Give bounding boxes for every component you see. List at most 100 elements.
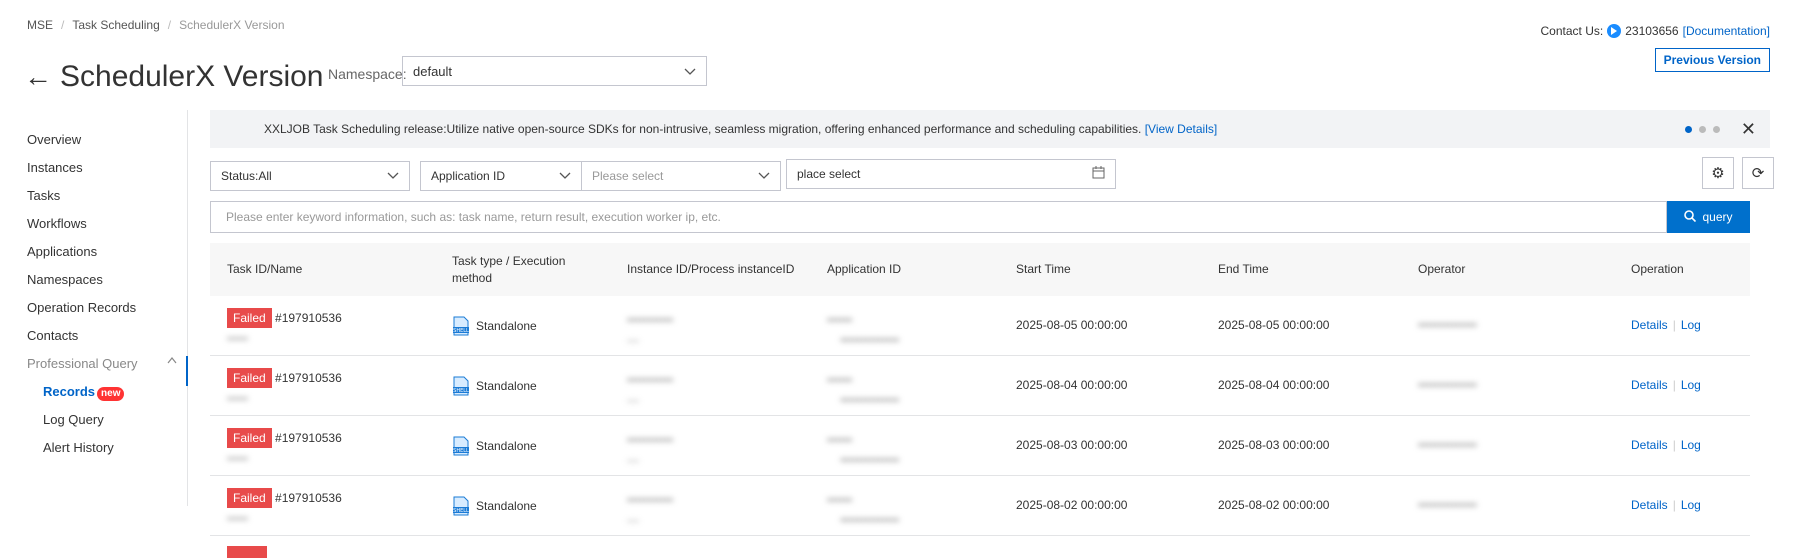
header-operator: Operator [1418,262,1466,276]
breadcrumb-separator: / [167,18,172,32]
announcement-banner: XXLJOB Task Scheduling release:Utilize n… [210,110,1770,148]
operator-redacted: •••••••••••••• [1418,438,1477,452]
breadcrumb: MSE / Task Scheduling / SchedulerX Version [27,18,285,32]
task-id-cell: Failed #197910536 •••••• [227,368,342,405]
application-id-redacted: •••••• •••••••••••••• [827,433,900,467]
query-button[interactable]: query [1667,201,1750,233]
filter-key-value: Application ID [431,169,506,183]
log-link[interactable]: Log [1681,438,1701,452]
refresh-button[interactable]: ⟳ [1742,157,1774,189]
keyword-search-input[interactable]: Please enter keyword information, such a… [210,201,1667,233]
status-select[interactable]: Status:All [210,161,410,191]
header-instance-id: Instance ID/Process instanceID [627,262,795,276]
view-details-link[interactable]: [View Details] [1145,122,1217,136]
operator-redacted: •••••••••••••• [1418,378,1477,392]
back-arrow-icon[interactable]: ← [24,63,52,91]
status-badge: Failed [227,308,272,328]
breadcrumb-current: SchedulerX Version [179,18,285,32]
sidebar-item-log-query[interactable]: Log Query [43,412,104,427]
sidebar-item-tasks[interactable]: Tasks [27,188,60,203]
details-link[interactable]: Details [1631,378,1668,392]
svg-text:SHELL: SHELL [453,448,469,454]
task-id[interactable]: #197910536 [275,491,342,505]
start-time: 2025-08-05 00:00:00 [1016,318,1128,332]
application-id-redacted: •••••• •••••••••••••• [827,493,900,527]
header-task-type: Task type / Execution method [452,253,566,285]
sidebar-item-applications[interactable]: Applications [27,244,97,259]
namespace-value: default [413,63,453,79]
status-value: Status:All [221,169,272,183]
sidebar-item-instances[interactable]: Instances [27,160,83,175]
table-row: Failed #197910536 •••••• SHELL Standalon… [210,476,1750,536]
sidebar-item-workflows[interactable]: Workflows [27,216,87,231]
details-link[interactable]: Details [1631,318,1668,332]
sidebar-item-contacts[interactable]: Contacts [27,328,78,343]
svg-text:SHELL: SHELL [453,328,469,334]
log-link[interactable]: Log [1681,378,1701,392]
sidebar-item-alert-history[interactable]: Alert History [43,440,114,455]
carousel-dot[interactable] [1685,126,1692,133]
details-link[interactable]: Details [1631,438,1668,452]
task-id[interactable]: #197910536 [275,371,342,385]
instance-id-redacted: ••••••••••• — [627,373,674,407]
sidebar-item-operation-records[interactable]: Operation Records [27,300,136,315]
status-badge [227,546,267,558]
carousel-dots [1685,126,1720,133]
sidebar-item-overview[interactable]: Overview [27,132,81,147]
table-row: Failed #197910536 •••••• SHELL Standalon… [210,356,1750,416]
sidebar-item-namespaces[interactable]: Namespaces [27,272,103,287]
log-link[interactable]: Log [1681,318,1701,332]
svg-text:SHELL: SHELL [453,508,469,514]
details-link[interactable]: Details [1631,498,1668,512]
documentation-link[interactable]: [Documentation] [1683,24,1770,38]
carousel-dot[interactable] [1699,126,1706,133]
breadcrumb-separator: / [61,18,65,32]
refresh-icon: ⟳ [1751,165,1765,182]
breadcrumb-mse[interactable]: MSE [27,18,53,32]
breadcrumb-task-scheduling[interactable]: Task Scheduling [72,18,159,32]
contact-label: Contact Us: [1540,24,1604,38]
chevron-down-icon [684,64,696,79]
status-badge: Failed [227,368,272,388]
gear-icon: ⚙ [1711,165,1725,182]
application-id-redacted: •••••• •••••••••••••• [827,313,900,347]
sidebar-item-records[interactable]: Records new [43,384,125,401]
search-icon [1684,209,1697,225]
task-type-cell: SHELL Standalone [452,376,537,396]
task-id-cell: Failed #197910536 •••••• [227,488,342,525]
start-time: 2025-08-03 00:00:00 [1016,438,1128,452]
filter-key-select[interactable]: Application ID [420,161,582,191]
log-link[interactable]: Log [1681,498,1701,512]
task-id[interactable]: #197910536 [275,311,342,325]
contact-us: Contact Us: 23103656 [Documentation] [1541,24,1770,38]
shell-icon: SHELL [452,316,470,336]
date-range-picker[interactable]: place select [786,159,1116,189]
table-row: Failed #197910536 •••••• SHELL Standalon… [210,296,1750,356]
task-id[interactable]: #197910536 [275,431,342,445]
namespace-select[interactable]: default [402,56,707,86]
separator: | [1672,498,1676,512]
chevron-down-icon [758,169,770,183]
sidebar-group-professional-query[interactable]: Professional Query [27,356,177,371]
header-application-id: Application ID [827,262,902,276]
active-indicator [186,356,188,386]
contact-number: 23103656 [1625,24,1679,38]
query-label: query [1702,210,1733,224]
operation-cell: Details | Log [1631,318,1701,332]
carousel-dot[interactable] [1713,126,1720,133]
instance-id-redacted: ••••••••••• — [627,313,674,347]
header-operation: Operation [1631,262,1684,276]
operation-cell: Details | Log [1631,378,1701,392]
records-table: Task ID/Name Task type / Execution metho… [210,243,1750,558]
chevron-down-icon [387,169,399,183]
svg-text:SHELL: SHELL [453,388,469,394]
close-icon[interactable]: ✕ [1741,119,1756,140]
previous-version-button[interactable]: Previous Version [1654,48,1770,72]
filter-value-select[interactable]: Please select [581,161,781,191]
start-time: 2025-08-04 00:00:00 [1016,378,1128,392]
task-type-cell: SHELL Standalone [452,316,537,336]
settings-button[interactable]: ⚙ [1702,157,1734,189]
task-name-redacted: •••••• [227,334,249,345]
execution-method: Standalone [476,439,537,453]
sidebar-group-label: Professional Query [27,356,138,371]
